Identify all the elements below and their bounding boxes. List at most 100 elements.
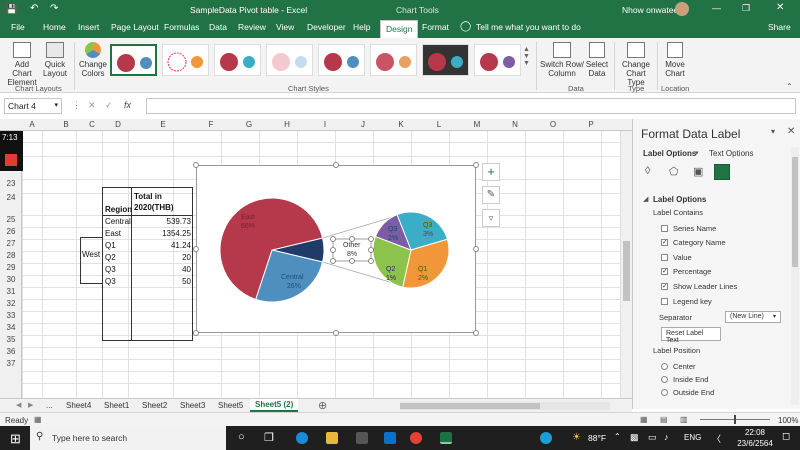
avatar[interactable] <box>675 2 689 16</box>
app-tray-icon[interactable] <box>540 432 552 444</box>
column-header-f[interactable]: F <box>201 120 221 129</box>
column-header-o[interactable]: O <box>543 120 563 129</box>
resize-handle[interactable] <box>473 162 479 168</box>
radio-inside-end[interactable] <box>661 376 668 383</box>
tab-formulas[interactable]: Formulas <box>164 22 199 32</box>
tell-me-search[interactable]: Tell me what you want to do <box>476 22 581 32</box>
resize-handle[interactable] <box>193 162 199 168</box>
label-q3a-pct[interactable]: 2% <box>388 235 398 242</box>
tab-help[interactable]: Help <box>353 22 370 32</box>
column-header-b[interactable]: B <box>56 120 76 129</box>
chart-style-2[interactable] <box>162 44 209 76</box>
header-total[interactable]: Total in 2020(THB) <box>134 191 192 213</box>
table-cell-region[interactable]: Q1 <box>105 241 116 250</box>
store-icon[interactable] <box>356 432 368 444</box>
battery-icon[interactable]: ▭ <box>648 432 657 443</box>
table-cell-region[interactable]: Q3 <box>105 265 116 274</box>
tab-home[interactable]: Home <box>43 22 66 32</box>
option-show-leader-lines[interactable]: Show Leader Lines <box>673 282 737 291</box>
chart-style-3[interactable] <box>214 44 261 76</box>
redo-icon[interactable]: ↷ <box>50 3 58 14</box>
excel-icon[interactable] <box>440 432 452 444</box>
option-outside-end[interactable]: Outside End <box>673 388 714 397</box>
change-colors-button[interactable]: Change Colors <box>78 42 108 78</box>
sheet-tab[interactable]: Sheet3 <box>180 401 205 410</box>
column-header-a[interactable]: A <box>22 120 42 129</box>
label-q2[interactable]: Q2 <box>386 266 395 273</box>
page-layout-view-icon[interactable]: ▤ <box>660 415 668 424</box>
pane-scrollbar[interactable] <box>791 147 799 405</box>
label-handle[interactable] <box>330 236 336 242</box>
reset-label-text-button[interactable]: Reset Label Text <box>661 327 721 344</box>
table-cell-value[interactable]: 50 <box>150 277 191 286</box>
tab-insert[interactable]: Insert <box>78 22 99 32</box>
size-properties-icon[interactable]: ▣ <box>693 165 703 178</box>
column-header-g[interactable]: G <box>239 120 259 129</box>
edge-icon[interactable] <box>296 432 308 444</box>
option-center[interactable]: Center <box>673 362 696 371</box>
table-cell-value[interactable]: 40 <box>150 265 191 274</box>
weather-icon[interactable]: ☀ <box>572 432 581 443</box>
styles-scroll-icon[interactable]: ▲ ▼ ▼ <box>523 46 530 67</box>
label-handle[interactable] <box>368 258 374 264</box>
user-name[interactable]: Nhow onwatee <box>622 5 678 15</box>
radio-center[interactable] <box>661 363 668 370</box>
sheet-tab[interactable]: Sheet5 <box>218 401 243 410</box>
close-pane-icon[interactable]: ✕ <box>787 126 795 137</box>
resize-handle[interactable] <box>473 330 479 336</box>
chrome-icon[interactable] <box>410 432 422 444</box>
chart-style-1[interactable] <box>110 44 157 76</box>
minimize-icon[interactable]: — <box>712 3 721 13</box>
sheet-tab[interactable]: Sheet4 <box>66 401 91 410</box>
zoom-level[interactable]: 100% <box>778 416 798 425</box>
formula-input[interactable] <box>146 98 796 114</box>
resize-handle[interactable] <box>473 246 479 252</box>
label-q3b[interactable]: Q3 <box>423 222 432 229</box>
group-west[interactable]: West <box>82 250 100 259</box>
label-options-icon[interactable] <box>714 164 730 180</box>
label-other[interactable]: Other <box>343 242 361 249</box>
chart-elements-button[interactable]: + <box>482 163 500 181</box>
taskbar-search-box[interactable]: ⚲ Type here to search <box>30 426 226 450</box>
label-handle[interactable] <box>368 247 374 253</box>
checkbox-percentage[interactable]: ✓ <box>661 268 668 275</box>
resize-handle[interactable] <box>333 330 339 336</box>
column-header-p[interactable]: P <box>581 120 601 129</box>
tab-developer[interactable]: Developer <box>307 22 346 32</box>
horizontal-scrollbar[interactable] <box>400 402 610 410</box>
column-header-m[interactable]: M <box>467 120 487 129</box>
weather-temperature[interactable]: 88°F <box>588 433 606 443</box>
resize-handle[interactable] <box>193 246 199 252</box>
table-cell-value[interactable]: 41.24 <box>150 241 191 250</box>
table-cell-region[interactable]: Q3 <box>105 277 116 286</box>
table-cell-region[interactable]: East <box>105 229 121 238</box>
file-explorer-icon[interactable] <box>326 432 338 444</box>
tab-review[interactable]: Review <box>238 22 266 32</box>
quick-layout-button[interactable]: Quick Layout <box>41 42 69 78</box>
chart-style-8[interactable] <box>474 44 521 76</box>
name-box[interactable]: Chart 4 ▾ <box>4 98 62 114</box>
table-cell-value[interactable]: 539.73 <box>150 217 191 226</box>
insert-function-icon[interactable]: fx <box>124 100 131 110</box>
chart-style-4[interactable] <box>266 44 313 76</box>
column-header-h[interactable]: H <box>277 120 297 129</box>
table-cell-value[interactable]: 1354.25 <box>150 229 191 238</box>
macro-record-icon[interactable]: ▦ <box>34 415 42 424</box>
zoom-slider-thumb[interactable] <box>734 415 736 424</box>
tab-format[interactable]: Format <box>422 22 449 32</box>
save-icon[interactable]: 💾 <box>6 4 17 15</box>
select-data-button[interactable]: Select Data <box>585 42 609 78</box>
label-q2-pct[interactable]: 1% <box>386 275 396 282</box>
checkbox-show-leader-lines[interactable]: ✓ <box>661 283 668 290</box>
option-series-name[interactable]: Series Name <box>673 224 716 233</box>
clock-time[interactable]: 22:08 <box>734 428 776 437</box>
label-q1-pct[interactable]: 2% <box>418 275 428 282</box>
label-q3a[interactable]: Q3 <box>388 226 397 233</box>
cortana-icon[interactable]: ○ <box>238 431 245 443</box>
windows-start-icon[interactable]: ⊞ <box>10 431 21 447</box>
label-central-pct[interactable]: 26% <box>287 283 301 290</box>
table-cell-value[interactable]: 20 <box>150 253 191 262</box>
label-handle[interactable] <box>330 258 336 264</box>
tab-view[interactable]: View <box>276 22 294 32</box>
chart-style-6[interactable] <box>370 44 417 76</box>
